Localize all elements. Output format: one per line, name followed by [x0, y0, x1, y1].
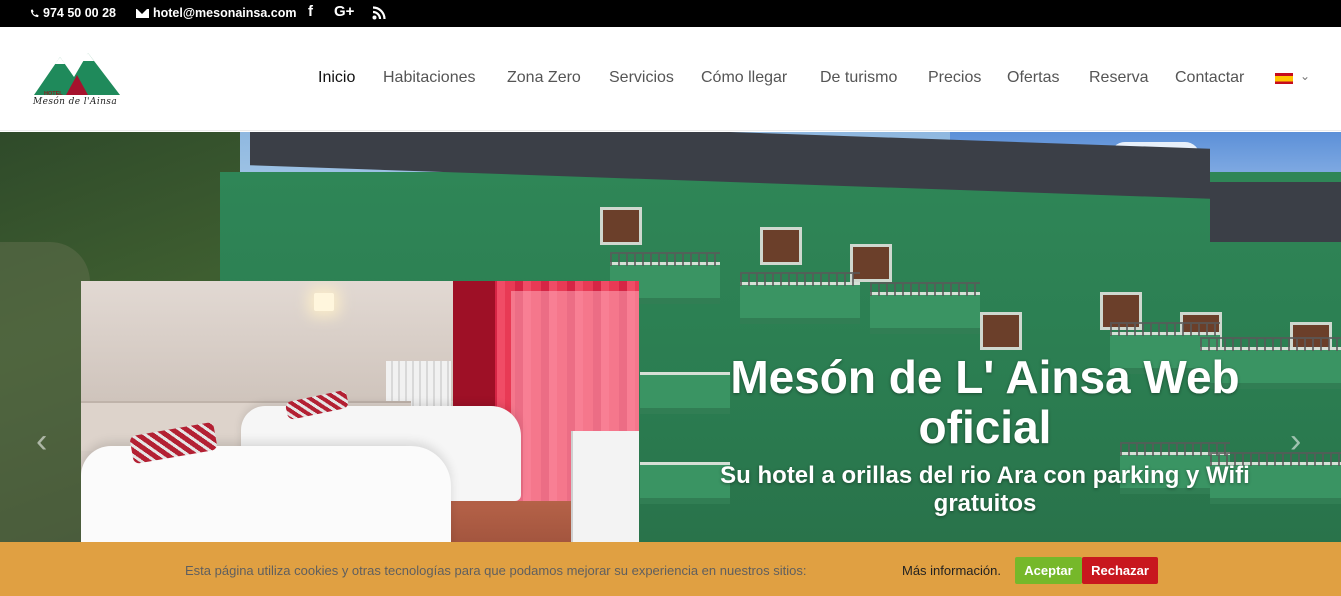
slider-prev-arrow-icon[interactable]: ‹	[36, 422, 47, 461]
email-contact[interactable]: hotel@mesonainsa.com	[136, 6, 296, 20]
language-dropdown-icon[interactable]: ⌄	[1300, 69, 1310, 83]
top-bar: 974 50 00 28 hotel@mesonainsa.com f G+	[0, 0, 1341, 27]
railing-image	[870, 282, 980, 296]
nav-item-reserva[interactable]: Reserva	[1089, 69, 1149, 87]
reject-cookies-button[interactable]: Rechazar	[1082, 557, 1158, 584]
facebook-icon[interactable]: f	[308, 3, 313, 20]
spanish-flag-icon[interactable]	[1275, 73, 1293, 84]
mail-icon	[136, 8, 149, 18]
nav-item-habitaciones[interactable]: Habitaciones	[383, 69, 476, 87]
railing-image	[610, 252, 720, 266]
hero-slider: Mesón de L' Ainsa Web oficial Su hotel a…	[0, 132, 1341, 596]
phone-icon	[30, 8, 39, 17]
nav-item-zona-zero[interactable]: Zona Zero	[507, 69, 581, 87]
google-plus-icon[interactable]: G+	[334, 3, 354, 20]
window-image	[760, 227, 802, 265]
nav-item-como-llegar[interactable]: Cómo llegar	[701, 69, 787, 87]
trees-image	[0, 242, 90, 542]
site-header: HOTEL Mesón de l'Ainsa Inicio Habitacion…	[0, 27, 1341, 131]
nav-item-precios[interactable]: Precios	[928, 69, 981, 87]
logo-name: Mesón de l'Ainsa	[33, 97, 118, 107]
radiator-image	[386, 361, 451, 406]
railing-image	[740, 272, 860, 286]
nav-item-contactar[interactable]: Contactar	[1175, 69, 1244, 87]
slider-next-arrow-icon[interactable]: ›	[1290, 422, 1301, 461]
site-logo[interactable]: HOTEL Mesón de l'Ainsa	[30, 51, 125, 113]
railing-image	[1200, 337, 1341, 351]
roof-image	[1210, 182, 1341, 242]
window-image	[600, 207, 642, 245]
wall-lamp-image	[314, 293, 334, 311]
phone-contact[interactable]: 974 50 00 28	[30, 6, 116, 20]
more-info-link[interactable]: Más información.	[902, 563, 1001, 578]
phone-number: 974 50 00 28	[43, 6, 116, 20]
nav-item-inicio[interactable]: Inicio	[318, 69, 355, 87]
nav-item-de-turismo[interactable]: De turismo	[820, 69, 897, 87]
hero-title: Mesón de L' Ainsa Web oficial	[730, 351, 1240, 453]
cookie-banner: Esta página utiliza cookies y otras tecn…	[0, 542, 1341, 596]
mountain-logo-icon	[34, 53, 120, 95]
rss-icon[interactable]	[372, 6, 386, 20]
nav-item-ofertas[interactable]: Ofertas	[1007, 69, 1059, 87]
accept-cookies-button[interactable]: Aceptar	[1015, 557, 1082, 584]
hero-subtitle: Su hotel a orillas del rio Ara con parki…	[720, 462, 1250, 517]
email-address: hotel@mesonainsa.com	[153, 6, 297, 20]
window-image	[980, 312, 1022, 350]
balcony-image	[740, 282, 860, 324]
railing-image	[1110, 322, 1220, 336]
cookie-message: Esta página utiliza cookies y otras tecn…	[185, 563, 807, 578]
nav-item-servicios[interactable]: Servicios	[609, 69, 674, 87]
balcony-image	[870, 292, 980, 334]
